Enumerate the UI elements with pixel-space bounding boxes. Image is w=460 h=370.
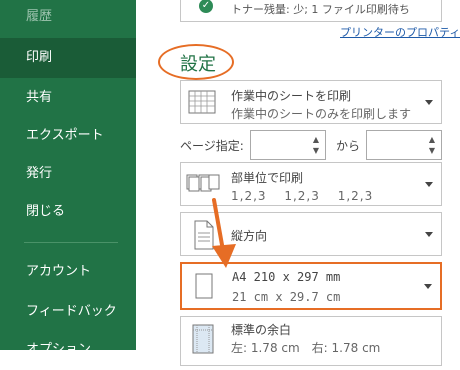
- sidebar-item-close[interactable]: 閉じる: [0, 192, 136, 232]
- chevron-down-icon: [425, 232, 433, 237]
- printer-status-text: トナー残量: 少; 1 ファイル印刷待ち: [231, 3, 410, 16]
- margins-dropdown[interactable]: 標準の余白 左: 1.78 cm 右: 1.78 cm: [180, 316, 442, 366]
- printer-properties-link[interactable]: プリンターのプロパティ: [340, 24, 460, 40]
- check-icon: ✓: [199, 0, 213, 13]
- sidebar-item-export[interactable]: エクスポート: [0, 116, 136, 156]
- sidebar-item-share[interactable]: 共有: [0, 78, 136, 118]
- sidebar-item-print[interactable]: 印刷: [0, 38, 136, 78]
- print-scope-dropdown[interactable]: 作業中のシートを印刷 作業中のシートのみを印刷します: [180, 80, 442, 124]
- collation-subtitle: 1,2,3 1,2,3 1,2,3: [231, 189, 374, 203]
- pages-from-input[interactable]: ▲ ▼: [250, 130, 326, 160]
- sidebar-divider: [24, 242, 118, 243]
- spinner-icon[interactable]: ▲ ▼: [311, 134, 321, 156]
- sidebar-item-account[interactable]: アカウント: [0, 252, 136, 292]
- sidebar-item-feedback[interactable]: フィードバック: [0, 292, 136, 332]
- chevron-down-icon: [424, 284, 432, 289]
- sidebar-item-history[interactable]: 履歴: [0, 0, 136, 34]
- paper-size-title: A4 210 x 297 mm: [232, 270, 341, 284]
- annotation-arrow-icon: [212, 198, 236, 268]
- printer-status-card[interactable]: ✓ トナー残量: 少; 1 ファイル印刷待ち: [180, 0, 442, 22]
- chevron-down-icon: [425, 100, 433, 105]
- margins-subtitle: 左: 1.78 cm 右: 1.78 cm: [231, 341, 381, 355]
- margins-icon: [192, 324, 214, 354]
- pages-to-label: から: [336, 139, 361, 153]
- print-scope-subtitle: 作業中のシートのみを印刷します: [231, 107, 412, 121]
- print-scope-title: 作業中のシートを印刷: [231, 89, 352, 103]
- margins-title: 標準の余白: [231, 323, 292, 337]
- paper-size-icon: [195, 273, 213, 299]
- chevron-down-icon: [425, 182, 433, 187]
- sidebar-item-publish[interactable]: 発行: [0, 154, 136, 194]
- sheet-grid-icon: [188, 90, 216, 114]
- spinner-icon[interactable]: ▲ ▼: [427, 134, 437, 156]
- pages-label: ページ指定:: [180, 139, 244, 153]
- collation-title: 部単位で印刷: [231, 171, 304, 185]
- paper-size-subtitle: 21 cm x 29.7 cm: [232, 290, 341, 304]
- pages-to-input[interactable]: ▲ ▼: [366, 130, 442, 160]
- backstage-sidebar: 履歴 印刷 共有 エクスポート 発行 閉じる アカウント フィードバック オプシ…: [0, 0, 136, 357]
- sidebar-item-options[interactable]: オプション: [0, 330, 136, 370]
- settings-heading: 設定: [180, 54, 216, 75]
